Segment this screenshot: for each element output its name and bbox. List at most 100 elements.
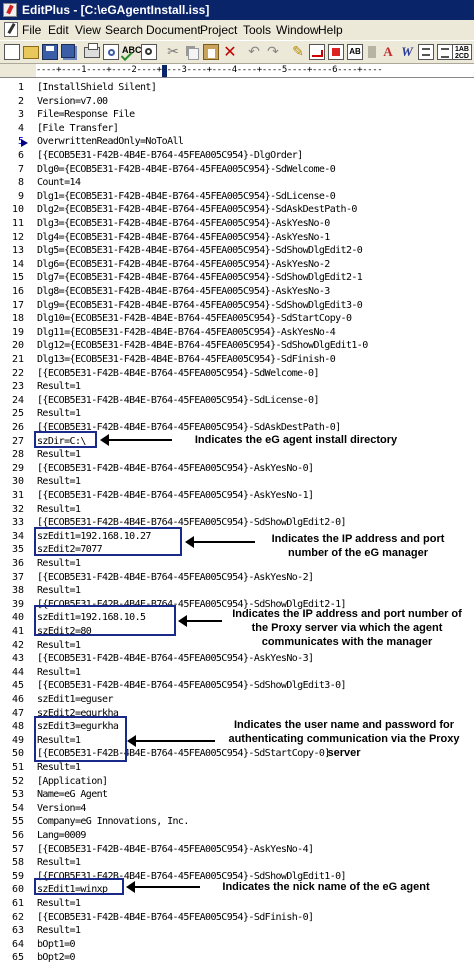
code-line[interactable]: [{ECOB5E31-F42B-4B4E-B764-45FEA005C954}-… <box>37 912 314 923</box>
code-line[interactable]: Dlg8={ECOB5E31-F42B-4B4E-B764-45FEA005C9… <box>37 286 330 297</box>
code-line[interactable]: Dlg7={ECOB5E31-F42B-4B4E-B764-45FEA005C9… <box>37 272 363 283</box>
delete-icon[interactable]: ✕ <box>222 44 238 60</box>
code-line[interactable]: [{ECOB5E31-F42B-4B4E-B764-45FEA005C954}-… <box>37 680 347 691</box>
paste-icon[interactable] <box>203 44 219 60</box>
font-icon[interactable]: A <box>380 44 396 60</box>
code-line[interactable]: Lang=0009 <box>37 830 86 841</box>
line-number: 24 <box>11 395 24 406</box>
ruler-icon[interactable]: AB <box>347 44 363 60</box>
print-icon[interactable] <box>84 43 100 58</box>
code-line[interactable]: Company=eG Innovations, Inc. <box>37 816 189 827</box>
hex-view-icon[interactable] <box>328 44 344 60</box>
code-line[interactable]: [{ECOB5E31-F42B-4B4E-B764-45FEA005C954}-… <box>37 572 314 583</box>
highlight-install-dir <box>34 431 97 448</box>
code-line[interactable]: Count=14 <box>37 177 81 188</box>
cut-icon[interactable]: ✂ <box>165 44 181 60</box>
code-line[interactable]: bOpt1=0 <box>37 939 76 950</box>
marker-icon[interactable]: ✎ <box>290 44 306 60</box>
print-preview-icon[interactable] <box>103 44 119 60</box>
code-line[interactable]: Version=v7.00 <box>37 96 108 107</box>
code-line[interactable]: [InstallShield Silent] <box>37 82 157 93</box>
code-line[interactable]: Dlg6={ECOB5E31-F42B-4B4E-B764-45FEA005C9… <box>37 259 330 270</box>
code-line[interactable]: Result=1 <box>37 640 81 651</box>
code-line[interactable]: Dlg0={ECOB5E31-F42B-4B4E-B764-45FEA005C9… <box>37 164 336 175</box>
code-line[interactable]: [{ECOB5E31-F42B-4B4E-B764-45FEA005C954}-… <box>37 395 319 406</box>
menu-search[interactable]: Search <box>105 23 143 37</box>
menu-help[interactable]: Help <box>318 23 343 37</box>
code-line[interactable]: Dlg3={ECOB5E31-F42B-4B4E-B764-45FEA005C9… <box>37 218 330 229</box>
code-line[interactable]: Dlg10={ECOB5E31-F42B-4B4E-B764-45FEA005C… <box>37 313 352 324</box>
arrow-nick-name <box>126 881 200 893</box>
line-number: 4 <box>17 123 24 134</box>
code-line[interactable]: Result=1 <box>37 408 81 419</box>
code-line[interactable]: Result=1 <box>37 558 81 569</box>
note-proxy-credentials: Indicates the user name and password for… <box>228 719 460 759</box>
undo-icon[interactable]: ↶ <box>246 44 262 60</box>
code-line[interactable]: [File Transfer] <box>37 123 119 134</box>
code-line[interactable]: Dlg13={ECOB5E31-F42B-4B4E-B764-45FEA005C… <box>37 354 336 365</box>
code-line[interactable]: [{ECOB5E31-F42B-4B4E-B764-45FEA005C954}-… <box>37 844 314 855</box>
menu-file[interactable]: File <box>22 23 41 37</box>
menu-view[interactable]: View <box>75 23 101 37</box>
spell-check-icon[interactable]: ABC <box>122 44 142 60</box>
code-line[interactable]: File=Response File <box>37 109 135 120</box>
find-icon[interactable] <box>141 44 157 60</box>
open-folder-icon[interactable] <box>23 46 39 59</box>
code-line[interactable]: Dlg11={ECOB5E31-F42B-4B4E-B764-45FEA005C… <box>37 327 336 338</box>
title-bar[interactable]: EditPlus - [C:\eGAgentInstall.iss] <box>0 0 474 20</box>
code-line[interactable]: [Application] <box>37 776 108 787</box>
redo-icon[interactable]: ↷ <box>265 44 281 60</box>
save-icon[interactable] <box>42 44 58 60</box>
code-line[interactable]: Version=4 <box>37 803 86 814</box>
column-number-icon[interactable]: 1AB 2CD <box>452 44 472 60</box>
code-line[interactable]: Result=1 <box>37 381 81 392</box>
code-line[interactable]: [{ECOB5E31-F42B-4B4E-B764-45FEA005C954}-… <box>37 490 314 501</box>
word-wrap-icon[interactable] <box>309 44 325 60</box>
line-number: 15 <box>11 272 24 283</box>
code-line[interactable]: Dlg12={ECOB5E31-F42B-4B4E-B764-45FEA005C… <box>37 340 368 351</box>
line-number: 8 <box>17 177 24 188</box>
code-line[interactable]: Dlg2={ECOB5E31-F42B-4B4E-B764-45FEA005C9… <box>37 204 357 215</box>
code-line[interactable]: [{ECOB5E31-F42B-4B4E-B764-45FEA005C954}-… <box>37 463 314 474</box>
menu-window[interactable]: Window <box>276 23 319 37</box>
new-file-icon[interactable] <box>4 44 20 60</box>
code-line[interactable]: Dlg4={ECOB5E31-F42B-4B4E-B764-45FEA005C9… <box>37 232 330 243</box>
code-line[interactable]: Result=1 <box>37 925 81 936</box>
list-icon[interactable] <box>437 44 453 60</box>
menu-edit[interactable]: Edit <box>48 23 69 37</box>
line-number-icon[interactable] <box>418 44 434 60</box>
code-line[interactable]: Result=1 <box>37 449 81 460</box>
code-line[interactable]: Name=eG Agent <box>37 789 108 800</box>
code-line[interactable]: Result=1 <box>37 585 81 596</box>
code-line[interactable]: Result=1 <box>37 504 81 515</box>
code-line[interactable]: bOpt2=0 <box>37 952 76 963</box>
line-number: 13 <box>11 245 24 256</box>
code-line[interactable]: Dlg1={ECOB5E31-F42B-4B4E-B764-45FEA005C9… <box>37 191 336 202</box>
save-all-icon[interactable] <box>61 44 75 58</box>
copy-icon[interactable] <box>188 48 199 60</box>
line-number: 64 <box>11 939 24 950</box>
code-line[interactable]: Result=1 <box>37 857 81 868</box>
code-line[interactable]: szEdit1=eguser <box>37 694 113 705</box>
menu-tools[interactable]: Tools <box>243 23 271 37</box>
code-line[interactable]: [{ECOB5E31-F42B-4B4E-B764-45FEA005C954}-… <box>37 653 314 664</box>
menu-project[interactable]: Project <box>200 23 237 37</box>
document-menu-icon[interactable] <box>4 22 18 37</box>
line-number: 20 <box>11 340 24 351</box>
code-line[interactable]: Dlg9={ECOB5E31-F42B-4B4E-B764-45FEA005C9… <box>37 300 363 311</box>
code-line[interactable]: Dlg5={ECOB5E31-F42B-4B4E-B764-45FEA005C9… <box>37 245 363 256</box>
code-line[interactable]: [{ECOB5E31-F42B-4B4E-B764-45FEA005C954}-… <box>37 150 303 161</box>
word-wrap-toggle-icon[interactable]: W <box>399 44 415 60</box>
code-line[interactable]: Result=1 <box>37 762 81 773</box>
line-number: 10 <box>11 204 24 215</box>
code-line[interactable]: Result=1 <box>37 898 81 909</box>
code-line[interactable]: Result=1 <box>37 476 81 487</box>
line-number: 22 <box>11 368 24 379</box>
line-number: 63 <box>11 925 24 936</box>
highlight-manager-address <box>34 527 182 556</box>
code-line[interactable]: Result=1 <box>37 667 81 678</box>
menu-document[interactable]: Document <box>146 23 201 37</box>
code-line[interactable]: OverwrittenReadOnly=NoToAll <box>37 136 184 147</box>
code-line[interactable]: [{ECOB5E31-F42B-4B4E-B764-45FEA005C954}-… <box>37 368 319 379</box>
line-number: 9 <box>17 191 24 202</box>
